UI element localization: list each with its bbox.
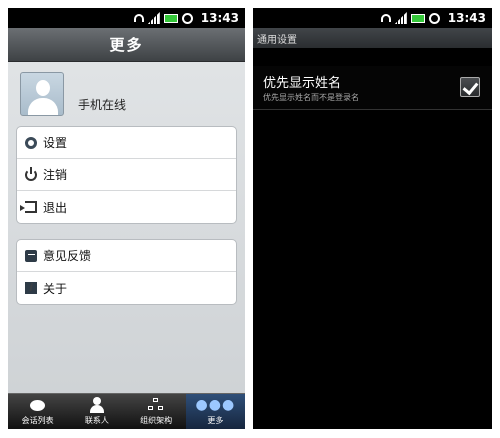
page-title: 更多 bbox=[8, 28, 245, 62]
right-screen: 13:43 通用设置 优先显示姓名 优先显示姓名而不是登录名 bbox=[253, 8, 492, 429]
tab-organization[interactable]: 组织架构 bbox=[127, 394, 186, 429]
battery-icon bbox=[163, 13, 178, 23]
alarm-icon bbox=[428, 12, 440, 24]
show-name-checkbox[interactable] bbox=[460, 77, 480, 97]
tab-more[interactable]: ●●● 更多 bbox=[185, 394, 245, 429]
menu-item-label: 关于 bbox=[43, 281, 68, 296]
menu-item-label: 退出 bbox=[43, 200, 68, 215]
battery-icon bbox=[410, 13, 425, 23]
page-title: 通用设置 bbox=[253, 28, 492, 48]
menu-group-info: 意见反馈 i 关于 bbox=[16, 239, 237, 305]
status-bar: 13:43 bbox=[8, 8, 245, 28]
wifi-icon bbox=[133, 14, 144, 22]
menu-item-label: 注销 bbox=[43, 168, 68, 182]
menu-item-feedback[interactable]: 意见反馈 bbox=[17, 240, 236, 272]
gear-icon bbox=[25, 136, 37, 149]
status-time: 13:43 bbox=[200, 11, 239, 25]
menu-item-label: 设置 bbox=[43, 136, 68, 150]
menu-group-settings: 设置 注销 退出 bbox=[16, 126, 237, 224]
setting-title: 优先显示姓名 bbox=[263, 76, 342, 91]
menu-item-label: 意见反馈 bbox=[43, 249, 92, 263]
contact-icon bbox=[89, 397, 104, 413]
signal-icon bbox=[147, 12, 160, 24]
chat-bubble-icon bbox=[30, 399, 46, 411]
tab-label: 更多 bbox=[207, 416, 224, 425]
status-bar: 13:43 bbox=[253, 8, 492, 28]
setting-show-name-first[interactable]: 优先显示姓名 优先显示姓名而不是登录名 bbox=[253, 66, 492, 110]
status-time: 13:43 bbox=[447, 11, 486, 25]
online-status: 手机在线 bbox=[78, 98, 127, 112]
menu-item-about[interactable]: i 关于 bbox=[17, 272, 236, 304]
alarm-icon bbox=[181, 12, 193, 24]
profile-section[interactable]: 手机在线 bbox=[8, 72, 245, 124]
menu-item-settings[interactable]: 设置 bbox=[17, 127, 236, 159]
menu-item-logout[interactable]: 注销 bbox=[17, 159, 236, 191]
tab-label: 联系人 bbox=[84, 416, 109, 425]
avatar[interactable] bbox=[20, 72, 64, 116]
exit-icon bbox=[20, 201, 37, 213]
power-icon bbox=[25, 166, 37, 181]
menu-item-exit[interactable]: 退出 bbox=[17, 191, 236, 223]
info-icon: i bbox=[25, 282, 37, 294]
tab-label: 组织架构 bbox=[140, 416, 173, 425]
setting-description: 优先显示姓名而不是登录名 bbox=[263, 93, 359, 102]
bottom-tab-bar: 会话列表 联系人 组织架构 ●●● 更多 bbox=[8, 393, 245, 429]
left-screen: 13:43 更多 手机在线 设置 注销 退出 意见反馈 i 关于 会话列表 联系… bbox=[8, 8, 245, 429]
more-dots-icon: ●●● bbox=[195, 397, 236, 413]
tab-contacts[interactable]: 联系人 bbox=[67, 394, 126, 429]
tab-conversations[interactable]: 会话列表 bbox=[8, 394, 67, 429]
wifi-icon bbox=[380, 14, 391, 22]
org-chart-icon bbox=[148, 398, 164, 412]
tab-label: 会话列表 bbox=[21, 416, 54, 425]
feedback-icon bbox=[25, 249, 37, 262]
signal-icon bbox=[394, 12, 407, 24]
